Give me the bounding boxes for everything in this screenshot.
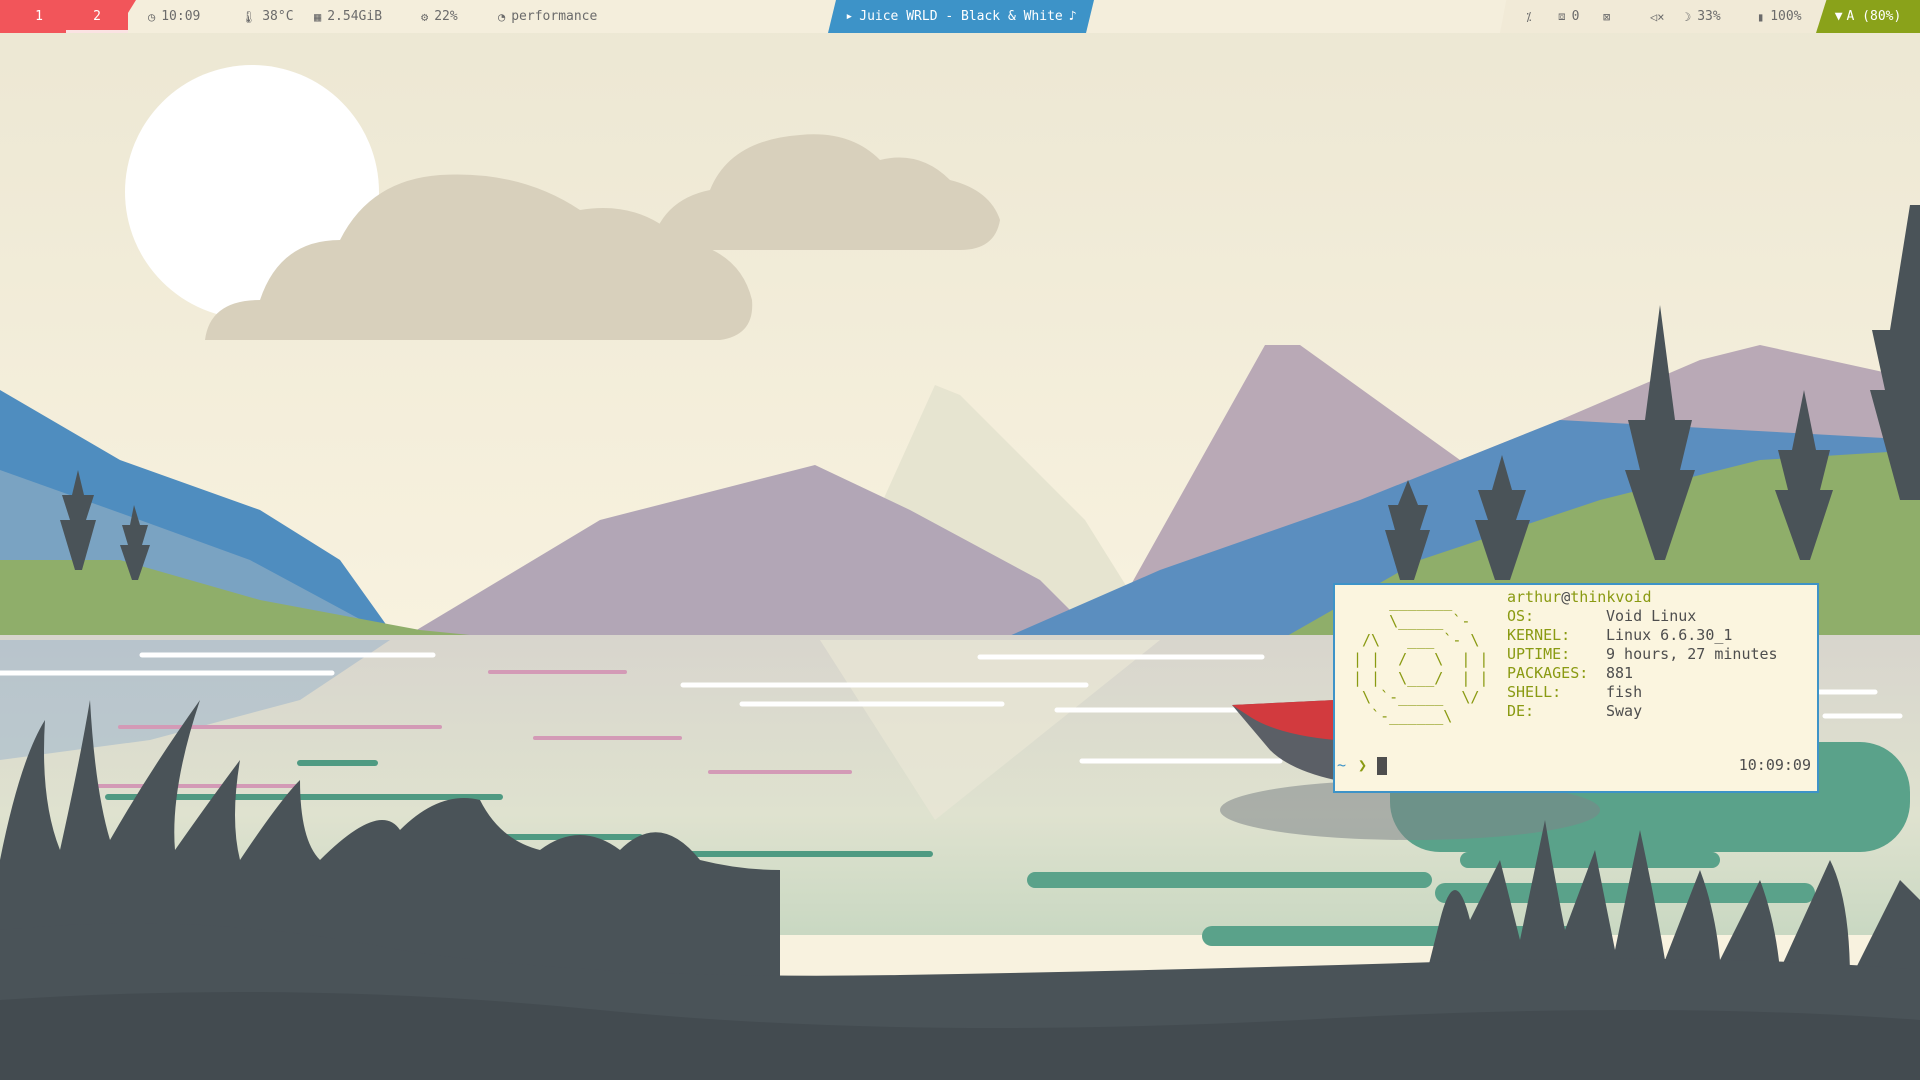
info-key: UPTIME:	[1507, 645, 1571, 663]
volume-module[interactable]: ◁×	[1650, 0, 1664, 33]
clock-icon: ◷	[148, 9, 156, 24]
clock-text: 10:09	[161, 9, 201, 24]
info-value: 881	[1606, 664, 1634, 682]
info-row-de: DE: Sway	[1507, 702, 1778, 721]
updates-count: 0	[1571, 9, 1580, 24]
workspace-1-button[interactable]: 1	[8, 0, 70, 33]
thermometer-icon: 🌡	[241, 9, 257, 24]
info-value: 9 hours, 27 minutes	[1606, 645, 1778, 663]
brightness-module[interactable]: ☽ 33%	[1684, 0, 1721, 33]
wifi-icon: ▼	[1834, 9, 1843, 24]
info-key: SHELL:	[1507, 683, 1562, 701]
battery-module[interactable]: ▮ 100%	[1757, 0, 1802, 33]
cpu-module[interactable]: ⚙ 22%	[421, 0, 458, 33]
media-player-module[interactable]: ▸ Juice WRLD - Black & White ♪	[828, 0, 1094, 33]
info-value: fish	[1606, 683, 1643, 701]
shell-prompt[interactable]: ~ ❯	[1337, 756, 1388, 775]
void-linux-ascii-logo: _______ \_____ `- /\ ___ `- \ | | / \ | …	[1353, 593, 1489, 725]
info-key: PACKAGES:	[1507, 664, 1589, 682]
memory-module[interactable]: ▦ 2.54GiB	[314, 0, 382, 33]
network-module[interactable]: ▼ A (80%)	[1816, 0, 1920, 33]
info-value: Linux 6.6.30_1	[1606, 626, 1733, 644]
desktop-wallpaper	[0, 0, 1920, 1080]
hostname: thinkvoid	[1570, 588, 1652, 606]
notifications-button[interactable]: ⊠	[1603, 0, 1610, 33]
updates-module[interactable]: ⧈ 0	[1558, 0, 1579, 33]
info-value: Sway	[1606, 702, 1643, 720]
terminal-window[interactable]: _______ \_____ `- /\ ___ `- \ | | / \ | …	[1333, 583, 1819, 793]
package-icon: ⧈	[1558, 9, 1566, 23]
info-row-kernel: KERNEL: Linux 6.6.30_1	[1507, 626, 1778, 645]
prompt-directory: ~	[1337, 756, 1347, 774]
music-note-icon: ♪	[1068, 9, 1077, 24]
info-key: KERNEL:	[1507, 626, 1571, 644]
info-row-uptime: UPTIME: 9 hours, 27 minutes	[1507, 645, 1778, 664]
power-profile-text: performance	[511, 9, 598, 24]
info-row-shell: SHELL: fish	[1507, 683, 1778, 702]
prompt-clock: 10:09:09	[1738, 756, 1811, 774]
battery-icon: ▮	[1757, 9, 1765, 24]
track-title: Juice WRLD - Black & White	[859, 9, 1063, 24]
volume-muted-icon: ◁×	[1650, 9, 1665, 24]
temperature-module[interactable]: 🌡 38°C	[241, 0, 294, 33]
text-cursor	[1377, 756, 1388, 775]
no-sleep-icon: ⁒	[1526, 9, 1532, 24]
memory-text: 2.54GiB	[327, 9, 383, 24]
fetch-info: arthur@thinkvoid OS: Void Linux KERNEL: …	[1507, 588, 1778, 721]
memory-icon: ▦	[314, 9, 322, 24]
moon-icon: ☽	[1684, 9, 1692, 24]
speedometer-icon: ◔	[498, 9, 506, 24]
network-text: A (80%)	[1846, 9, 1902, 24]
top-status-bar: 1 2 ◷ 10:09 🌡 38°C ▦ 2.54GiB ⚙ 22% ◔ per…	[0, 0, 1920, 33]
battery-text: 100%	[1770, 9, 1802, 24]
username: arthur	[1507, 588, 1562, 606]
info-key: OS:	[1507, 607, 1535, 625]
prompt-symbol: ❯	[1358, 756, 1368, 774]
temperature-text: 38°C	[262, 9, 294, 24]
info-value: Void Linux	[1606, 607, 1697, 625]
info-row-os: OS: Void Linux	[1507, 607, 1778, 626]
clock-module[interactable]: ◷ 10:09	[148, 0, 200, 33]
brightness-text: 33%	[1697, 9, 1721, 24]
info-key: DE:	[1507, 702, 1535, 720]
workspace-2-button[interactable]: 2	[66, 0, 128, 33]
cpu-icon: ⚙	[421, 9, 429, 24]
notification-icon: ⊠	[1603, 9, 1611, 24]
cpu-text: 22%	[434, 9, 458, 24]
idle-inhibitor-button[interactable]: ⁒	[1526, 0, 1531, 33]
power-profile-module[interactable]: ◔ performance	[498, 0, 597, 33]
play-icon: ▸	[845, 9, 854, 24]
info-row-packages: PACKAGES: 881	[1507, 664, 1778, 683]
user-host-line: arthur@thinkvoid	[1507, 588, 1778, 607]
at-sign: @	[1561, 588, 1571, 606]
